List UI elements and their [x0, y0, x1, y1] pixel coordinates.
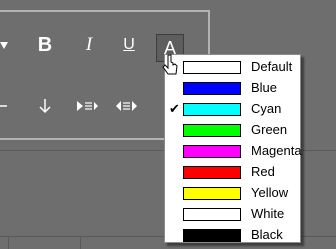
color-menu-label: Red — [251, 164, 275, 179]
color-menu-label: Default — [251, 59, 293, 74]
color-swatch — [183, 229, 241, 242]
underline-button[interactable]: U — [114, 30, 144, 60]
color-swatch — [183, 124, 241, 137]
status-bar-separator — [8, 236, 9, 249]
color-menu-item-default[interactable]: Default — [165, 57, 300, 78]
color-menu-label: Black — [251, 227, 283, 242]
italic-button[interactable]: I — [74, 30, 104, 60]
color-menu: Default Blue ✔ Cyan Green Magenta Red Ye… — [164, 54, 302, 246]
color-menu-item-cyan[interactable]: ✔ Cyan — [165, 99, 300, 120]
color-menu-label: Green — [251, 122, 288, 137]
color-swatch — [183, 145, 241, 158]
color-swatch — [183, 103, 241, 116]
color-menu-label: Yellow — [251, 185, 289, 200]
check-mark-icon: ✔ — [169, 101, 180, 116]
color-swatch — [183, 82, 241, 95]
color-menu-item-white[interactable]: White — [165, 204, 300, 225]
indent-decrease-icon[interactable] — [112, 92, 142, 120]
dropdown-arrow-icon[interactable] — [0, 36, 10, 56]
status-bar-separator — [80, 236, 81, 249]
color-swatch — [183, 166, 241, 179]
color-menu-item-magenta[interactable]: Magenta — [165, 141, 302, 162]
color-swatch — [183, 61, 241, 74]
color-swatch — [183, 187, 241, 200]
color-menu-item-blue[interactable]: Blue — [165, 78, 300, 99]
line-icon[interactable] — [0, 92, 12, 120]
color-menu-item-black[interactable]: Black — [165, 225, 300, 246]
color-menu-label: Cyan — [251, 101, 282, 116]
color-menu-item-yellow[interactable]: Yellow — [165, 183, 300, 204]
color-swatch — [183, 208, 241, 221]
color-menu-label: Magenta — [251, 143, 302, 158]
color-menu-item-green[interactable]: Green — [165, 120, 300, 141]
arrow-down-icon[interactable] — [30, 92, 60, 120]
bold-button[interactable]: B — [30, 30, 60, 60]
color-menu-label: White — [251, 206, 285, 221]
mouse-pointer-icon — [162, 54, 180, 78]
color-menu-item-red[interactable]: Red — [165, 162, 300, 183]
indent-increase-icon[interactable] — [72, 92, 102, 120]
color-menu-label: Blue — [251, 80, 278, 95]
